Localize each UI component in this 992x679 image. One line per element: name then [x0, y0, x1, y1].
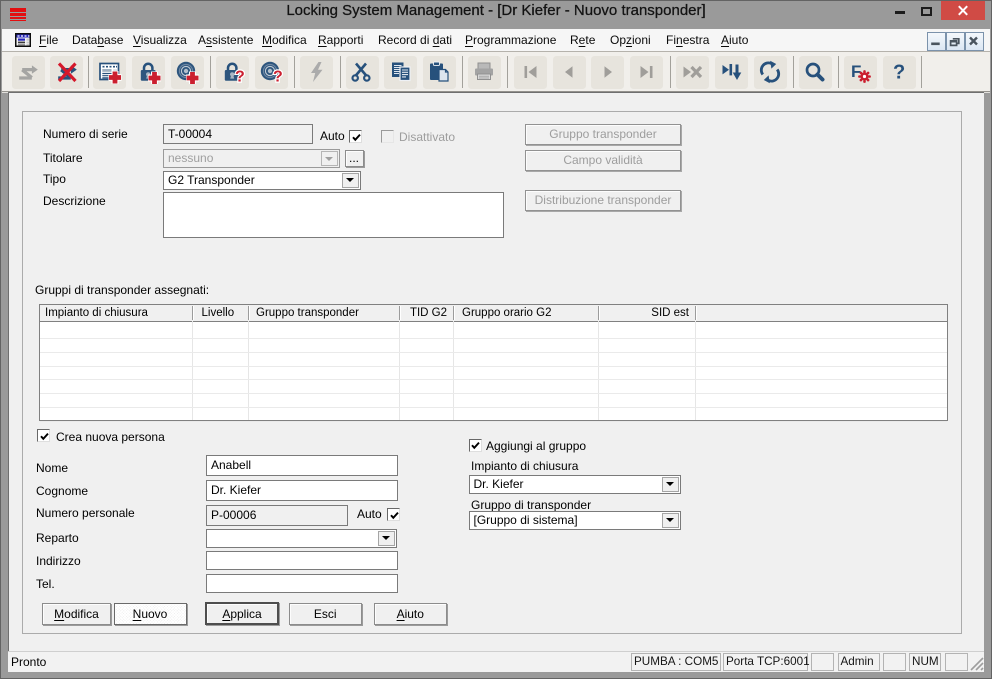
- svg-text:?: ?: [273, 69, 283, 85]
- svg-text:F: F: [851, 62, 861, 81]
- svg-text:?: ?: [893, 62, 905, 84]
- svg-text:?: ?: [235, 69, 245, 85]
